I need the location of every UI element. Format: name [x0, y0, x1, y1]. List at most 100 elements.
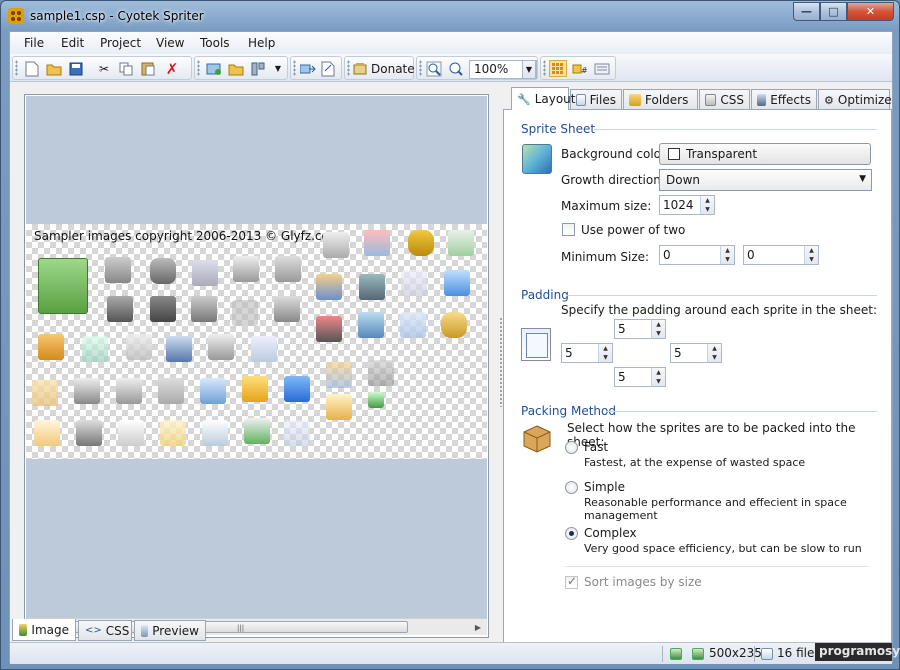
minimize-button[interactable]: —	[793, 2, 820, 21]
printer-light-sprite-icon	[126, 334, 152, 360]
maximize-button[interactable]: □	[820, 2, 847, 21]
packing-complex-radio[interactable]	[565, 527, 578, 540]
packing-method-heading: Packing Method	[521, 404, 616, 418]
list-arrow-sprite-icon	[158, 378, 184, 404]
packing-complex-description: Very good space efficiency, but can be s…	[584, 542, 862, 555]
padding-icon	[521, 328, 551, 361]
play-sprite-icon	[444, 270, 470, 296]
preview-icon[interactable]	[593, 60, 611, 77]
menu-tools[interactable]: Tools	[200, 36, 230, 50]
open-folder-icon[interactable]	[45, 60, 63, 77]
magnifier-small-sprite-icon	[368, 392, 384, 408]
packing-complex-label: Complex	[584, 526, 637, 540]
min-width-stepper[interactable]: 0 ▲ ▼	[659, 245, 735, 265]
packing-simple-description: Reasonable performance and effecient in …	[584, 496, 847, 509]
max-size-stepper[interactable]: 1024 ▲ ▼	[659, 195, 715, 215]
arrange-icon[interactable]	[249, 60, 267, 77]
clipboard-star-sprite-icon	[326, 394, 352, 420]
folder-icon	[629, 94, 641, 106]
tab-image[interactable]: Image	[12, 619, 76, 641]
donate-button[interactable]: Donate	[353, 60, 415, 77]
download-green-small-sprite-icon	[244, 418, 270, 444]
camera-light-sprite-icon	[368, 360, 394, 386]
tab-files[interactable]: Files	[570, 89, 622, 110]
toolbar-grip[interactable]	[419, 60, 422, 76]
svg-text:#: #	[581, 66, 588, 75]
zoom-in-icon[interactable]	[425, 60, 443, 77]
title-bar[interactable]: sample1.csp - Cyotek Spriter — □ ✕	[1, 1, 899, 31]
bg-color-label: Background color:	[561, 147, 670, 161]
zoom-dropdown-chevron-icon[interactable]: ▼	[522, 60, 536, 79]
chevron-down-icon[interactable]: ▼	[269, 60, 287, 77]
grid-icon[interactable]	[549, 60, 567, 77]
toolbar-grip[interactable]	[293, 60, 296, 76]
toolbar-grip[interactable]	[347, 60, 350, 76]
close-button[interactable]: ✕	[847, 2, 894, 21]
tab-folders[interactable]: Folders	[623, 89, 698, 110]
spin-arrows-icon[interactable]: ▲ ▼	[598, 344, 612, 362]
packing-simple-radio[interactable]	[565, 481, 578, 494]
paste-icon[interactable]	[139, 60, 157, 77]
effects-icon	[757, 94, 767, 106]
menu-file[interactable]: File	[24, 36, 44, 50]
bg-color-value: Transparent	[686, 147, 758, 161]
zoom-out-icon[interactable]	[447, 60, 465, 77]
printer-sprite-icon	[275, 256, 301, 282]
image-blue-sprite-icon	[200, 378, 226, 404]
export-icon[interactable]	[299, 60, 317, 77]
padding-top-stepper[interactable]: 5 ▲ ▼	[614, 319, 666, 339]
padding-bottom-stepper[interactable]: 5 ▲ ▼	[614, 367, 666, 387]
tab-preview[interactable]: Preview	[134, 620, 206, 641]
packing-fast-radio[interactable]	[565, 441, 578, 454]
tab-optimize-label: Optimize	[837, 93, 892, 107]
new-icon[interactable]	[23, 60, 41, 77]
spin-arrows-icon[interactable]: ▲ ▼	[804, 246, 818, 264]
document-icon[interactable]	[319, 60, 337, 77]
dimensions-icon	[692, 648, 704, 660]
tab-layout[interactable]: 🔧 Layout	[511, 87, 576, 110]
spin-arrows-icon[interactable]: ▲ ▼	[651, 320, 665, 338]
image-canvas[interactable]: Sampler images copyright 2006-2013 © Gly…	[26, 96, 487, 618]
growth-direction-select[interactable]: Down ▼	[659, 169, 872, 191]
cut-icon[interactable]: ✂	[95, 60, 113, 77]
pencil-yellow-sprite-icon	[242, 376, 268, 402]
export-toolbar	[290, 56, 342, 80]
sort-by-size-checkbox[interactable]	[565, 574, 578, 589]
camera-gray-sprite-icon	[107, 296, 133, 322]
tab-effects[interactable]: Effects	[751, 89, 817, 110]
pencil-edit-sprite-icon	[323, 232, 349, 258]
power-of-two-checkbox[interactable]	[562, 223, 575, 236]
toolbar-grip[interactable]	[15, 60, 18, 76]
menu-view[interactable]: View	[156, 36, 184, 50]
binoculars-sprite-icon	[74, 378, 100, 404]
delete-icon[interactable]: ✗	[163, 60, 181, 78]
add-folder-icon[interactable]	[227, 60, 245, 77]
spin-arrows-icon[interactable]: ▲ ▼	[700, 196, 714, 214]
save-sprite-icon	[192, 260, 218, 286]
spin-arrows-icon[interactable]: ▲ ▼	[707, 344, 721, 362]
menu-project[interactable]: Project	[100, 36, 141, 50]
spin-arrows-icon[interactable]: ▲ ▼	[651, 368, 665, 386]
menu-help[interactable]: Help	[248, 36, 275, 50]
save-icon[interactable]	[67, 60, 85, 77]
min-height-stepper[interactable]: 0 ▲ ▼	[743, 245, 819, 265]
sprite-sheet-preview[interactable]: Sampler images copyright 2006-2013 © Gly…	[26, 224, 487, 459]
spin-arrows-icon[interactable]: ▲ ▼	[720, 246, 734, 264]
tab-css-view[interactable]: <> CSS	[78, 620, 132, 641]
toolbar-grip[interactable]	[197, 60, 200, 76]
preview-tab-icon	[141, 624, 149, 637]
image-sprite-icon	[400, 312, 426, 338]
copy-icon[interactable]	[117, 60, 135, 77]
transparency-icon[interactable]: #	[571, 60, 589, 77]
menu-edit[interactable]: Edit	[61, 36, 84, 50]
add-image-icon[interactable]	[205, 60, 223, 77]
section-divider	[565, 566, 869, 567]
toolbar: ✂ ✗ ▼ Donate 100% ▼ #	[10, 54, 892, 82]
binoculars-window-sprite-icon	[166, 336, 192, 362]
tab-css[interactable]: CSS	[699, 89, 750, 110]
tab-optimize[interactable]: ⚙ Optimize	[818, 89, 892, 110]
padding-left-stepper[interactable]: 5 ▲ ▼	[561, 343, 613, 363]
bg-color-button[interactable]: Transparent	[659, 143, 871, 165]
padding-right-stepper[interactable]: 5 ▲ ▼	[670, 343, 722, 363]
toolbar-grip[interactable]	[543, 60, 546, 76]
